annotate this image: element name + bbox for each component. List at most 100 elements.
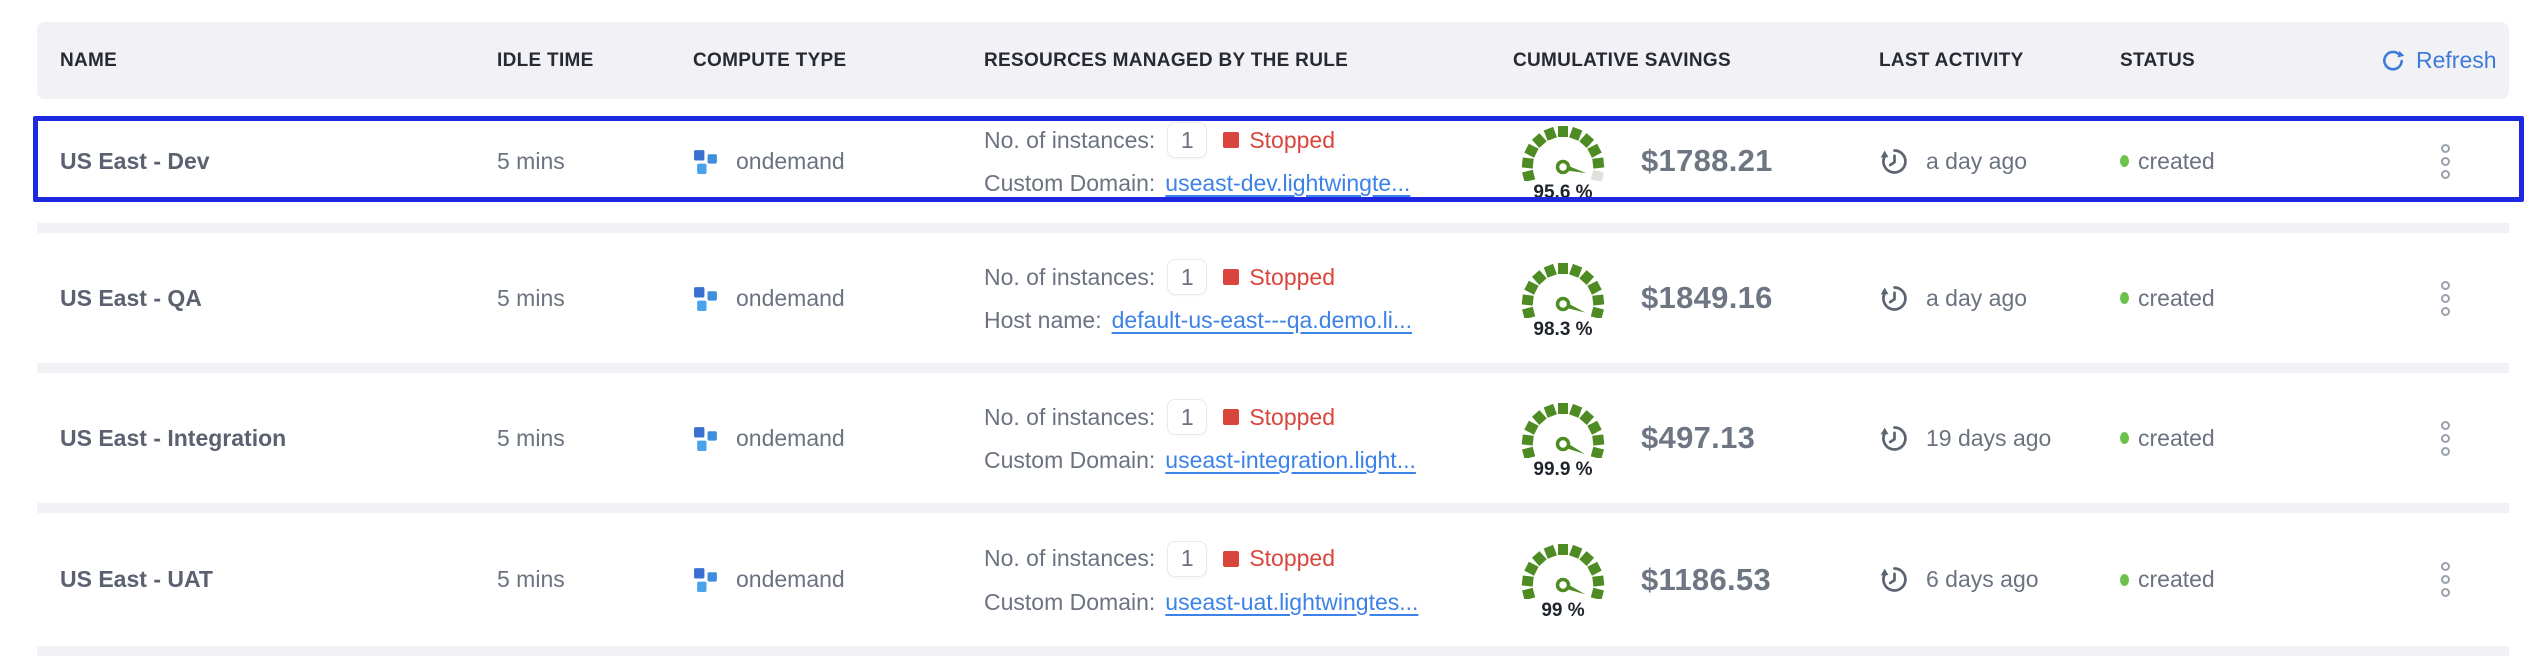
savings-gauge-icon	[1515, 396, 1611, 458]
status-label: created	[2138, 566, 2215, 593]
savings-percent: 99 %	[1541, 600, 1584, 622]
kebab-dot-icon	[2441, 170, 2450, 179]
column-header-name: NAME	[60, 50, 497, 72]
status-dot-icon	[2120, 292, 2129, 304]
instance-count-badge: 1	[1167, 122, 1207, 158]
savings-percent: 98.3 %	[1533, 319, 1592, 341]
domain-label: Custom Domain:	[984, 167, 1155, 200]
stopped-label: Stopped	[1249, 261, 1335, 294]
history-icon	[1879, 564, 1910, 595]
column-header-cumulative-savings: CUMULATIVE SAVINGS	[1513, 50, 1879, 72]
history-icon	[1879, 283, 1910, 314]
rules-table-page: { "table": { "columns": [ { "label": "NA…	[0, 0, 2534, 670]
table-header: NAME IDLE TIME COMPUTE TYPE RESOURCES MA…	[37, 22, 2509, 99]
kebab-dot-icon	[2441, 447, 2450, 456]
compute-type-label: ondemand	[736, 285, 845, 312]
table-row[interactable]: US East - QA 5 mins ondemand No. of inst…	[37, 233, 2509, 363]
refresh-button[interactable]: Refresh	[2380, 47, 2497, 74]
stopped-indicator: Stopped	[1223, 401, 1335, 434]
last-activity-label: 6 days ago	[1926, 566, 2039, 593]
idle-time: 5 mins	[497, 148, 693, 175]
kebab-dot-icon	[2441, 294, 2450, 303]
stopped-label: Stopped	[1249, 542, 1335, 575]
row-menu-button[interactable]	[2437, 558, 2454, 601]
history-icon	[1879, 146, 1910, 177]
domain-link[interactable]: useast-integration.light...	[1165, 444, 1416, 477]
domain-link[interactable]: useast-dev.lightwingte...	[1165, 167, 1410, 200]
savings-amount: $1788.21	[1641, 143, 1773, 179]
rule-name: US East - UAT	[60, 566, 497, 593]
kebab-dot-icon	[2441, 575, 2450, 584]
idle-time: 5 mins	[497, 425, 693, 452]
status-dot-icon	[2120, 432, 2129, 444]
instance-count-badge: 1	[1167, 259, 1207, 295]
instances-label: No. of instances:	[984, 542, 1155, 575]
column-header-last-activity: LAST ACTIVITY	[1879, 50, 2120, 72]
row-separator	[37, 646, 2509, 656]
kebab-dot-icon	[2441, 421, 2450, 430]
savings-percent: 99.9 %	[1533, 459, 1592, 481]
table-row[interactable]: US East - UAT 5 mins ondemand No. of ins…	[37, 513, 2509, 646]
resources-cell: No. of instances: 1 Stopped Custom Domai…	[984, 122, 1513, 200]
savings-gauge-icon	[1515, 256, 1611, 318]
row-menu-button[interactable]	[2437, 277, 2454, 320]
compute-type-icon	[693, 285, 720, 312]
refresh-label: Refresh	[2416, 47, 2497, 74]
savings-amount: $1849.16	[1641, 280, 1773, 316]
stopped-indicator: Stopped	[1223, 124, 1335, 157]
savings-cell: 98.3 % $1849.16	[1513, 256, 1879, 341]
instances-label: No. of instances:	[984, 124, 1155, 157]
status-dot-icon	[2120, 574, 2129, 586]
column-header-compute-type: COMPUTE TYPE	[693, 50, 984, 72]
instances-label: No. of instances:	[984, 261, 1155, 294]
savings-amount: $1186.53	[1641, 562, 1771, 598]
kebab-dot-icon	[2441, 307, 2450, 316]
resources-cell: No. of instances: 1 Stopped Custom Domai…	[984, 399, 1513, 477]
compute-type-label: ondemand	[736, 425, 845, 452]
compute-type-label: ondemand	[736, 148, 845, 175]
table-row[interactable]: US East - Integration 5 mins ondemand No…	[37, 373, 2509, 503]
row-menu-button[interactable]	[2437, 417, 2454, 460]
row-separator	[37, 363, 2509, 373]
host-name-label: Host name:	[984, 304, 1102, 337]
table-row[interactable]: US East - Dev 5 mins ondemand No. of ins…	[37, 99, 2509, 223]
kebab-dot-icon	[2441, 144, 2450, 153]
stopped-square-icon	[1223, 551, 1239, 567]
domain-link[interactable]: useast-uat.lightwingtes...	[1165, 586, 1418, 619]
kebab-dot-icon	[2441, 588, 2450, 597]
compute-type-icon	[693, 148, 720, 175]
last-activity-label: 19 days ago	[1926, 425, 2051, 452]
column-header-resources: RESOURCES MANAGED BY THE RULE	[984, 50, 1513, 72]
savings-amount: $497.13	[1641, 420, 1755, 456]
kebab-dot-icon	[2441, 562, 2450, 571]
savings-cell: 99.9 % $497.13	[1513, 396, 1879, 481]
stopped-label: Stopped	[1249, 124, 1335, 157]
savings-gauge-icon	[1515, 537, 1611, 599]
compute-type-icon	[693, 425, 720, 452]
rule-name: US East - Integration	[60, 425, 497, 452]
host-name-link[interactable]: default-us-east---qa.demo.li...	[1112, 304, 1412, 337]
kebab-dot-icon	[2441, 157, 2450, 166]
instance-count-badge: 1	[1167, 541, 1207, 577]
savings-cell: 95.6 % $1788.21	[1513, 119, 1879, 204]
row-separator	[37, 503, 2509, 513]
instance-count-badge: 1	[1167, 399, 1207, 435]
kebab-dot-icon	[2441, 434, 2450, 443]
stopped-indicator: Stopped	[1223, 261, 1335, 294]
savings-percent: 95.6 %	[1533, 182, 1592, 204]
stopped-indicator: Stopped	[1223, 542, 1335, 575]
compute-type-icon	[693, 566, 720, 593]
column-header-status: STATUS	[2120, 50, 2380, 72]
domain-label: Custom Domain:	[984, 586, 1155, 619]
rule-name: US East - QA	[60, 285, 497, 312]
history-icon	[1879, 423, 1910, 454]
row-menu-button[interactable]	[2437, 140, 2454, 183]
stopped-square-icon	[1223, 269, 1239, 285]
instances-label: No. of instances:	[984, 401, 1155, 434]
savings-gauge-icon	[1515, 119, 1611, 181]
stopped-square-icon	[1223, 409, 1239, 425]
savings-cell: 99 % $1186.53	[1513, 537, 1879, 622]
stopped-label: Stopped	[1249, 401, 1335, 434]
last-activity-label: a day ago	[1926, 285, 2027, 312]
status-label: created	[2138, 148, 2215, 175]
